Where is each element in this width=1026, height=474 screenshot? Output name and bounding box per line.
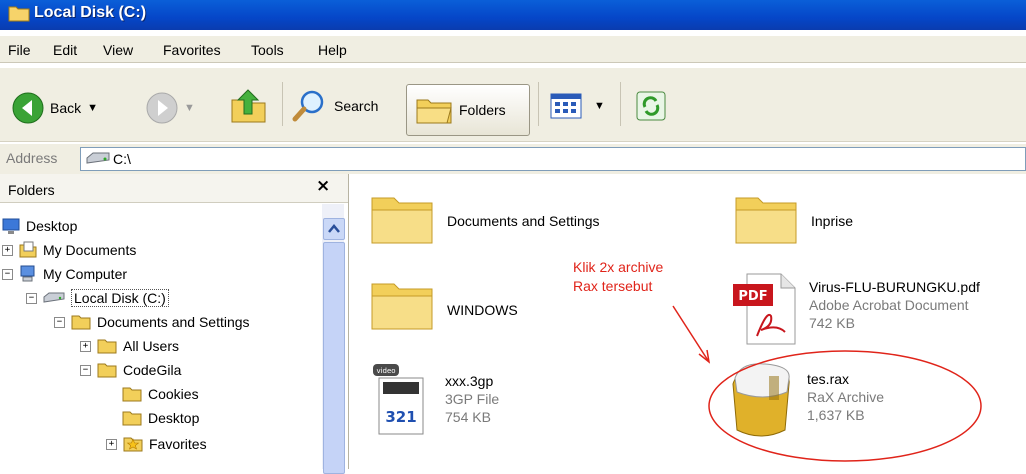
search-button[interactable]: Search (292, 88, 378, 124)
menu-help[interactable]: Help (318, 42, 347, 58)
expand-icon[interactable]: + (2, 244, 13, 256)
up-button[interactable] (230, 88, 268, 124)
menu-edit[interactable]: Edit (53, 42, 77, 58)
refresh-icon (636, 91, 666, 121)
toolbar-separator (538, 82, 539, 126)
menu-bar: File Edit View Favorites Tools Help (0, 36, 1026, 63)
drive-icon (43, 292, 65, 303)
drive-icon (86, 152, 110, 164)
collapse-icon[interactable]: − (54, 316, 65, 328)
collapse-icon[interactable]: − (2, 268, 13, 280)
forward-button[interactable]: ▼ (146, 92, 195, 124)
folder-icon (97, 339, 117, 354)
star-folder-icon (123, 437, 143, 452)
menu-tools[interactable]: Tools (251, 42, 284, 58)
toolbar-separator (620, 82, 621, 126)
tree-scrollbar[interactable] (322, 204, 345, 474)
folders-icon (416, 99, 452, 124)
folders-pane: Folders × Desktop + My Documents − My Co… (0, 174, 349, 474)
back-dropdown-icon[interactable]: ▼ (87, 102, 98, 114)
window-title: Local Disk (C:) (34, 4, 147, 21)
views-button[interactable]: ▼ (550, 92, 605, 120)
tree-item-desktop[interactable]: Desktop (2, 214, 77, 238)
annotation-circle (708, 350, 982, 462)
address-value: C:\ (113, 151, 131, 167)
views-dropdown-icon[interactable]: ▼ (594, 100, 605, 112)
expand-icon[interactable]: + (80, 340, 91, 352)
scroll-up-button[interactable] (323, 218, 345, 240)
forward-dropdown-icon[interactable]: ▼ (184, 102, 195, 114)
file-list: Documents and Settings Inprise WINDOWS P… (349, 174, 1026, 469)
folders-label: Folders (459, 102, 506, 118)
tree-item-local-disk[interactable]: − Local Disk (C:) (26, 286, 169, 310)
search-icon (292, 90, 324, 122)
address-label: Address (6, 150, 58, 166)
collapse-icon[interactable]: − (80, 364, 91, 376)
folder-icon (122, 411, 142, 426)
my-documents-icon (19, 241, 37, 258)
folders-button[interactable]: Folders (406, 84, 530, 136)
tree-item-documents-and-settings[interactable]: − Documents and Settings (54, 310, 250, 334)
tree-item-all-users[interactable]: + All Users (80, 334, 179, 358)
close-icon[interactable]: × (316, 176, 330, 196)
back-arrow-icon (12, 92, 44, 124)
address-field[interactable]: C:\ (80, 147, 1026, 171)
forward-arrow-icon (146, 92, 178, 124)
tree-item-favorites[interactable]: + Favorites (106, 432, 207, 456)
tree-item-codegila[interactable]: − CodeGila (80, 358, 181, 382)
folder-icon (8, 6, 30, 22)
folder-icon (71, 315, 91, 330)
folder-icon (97, 363, 117, 378)
folder-icon (122, 387, 142, 402)
back-button[interactable]: Back ▼ (12, 92, 98, 124)
refresh-button[interactable] (636, 91, 666, 121)
chevron-up-icon (328, 224, 340, 233)
menu-file[interactable]: File (8, 42, 31, 58)
views-icon (550, 93, 582, 119)
folders-pane-header: Folders × (0, 174, 348, 203)
expand-icon[interactable]: + (106, 438, 117, 450)
title-bar: Local Disk (C:) (0, 0, 1026, 30)
folder-up-icon (231, 89, 266, 123)
tree-item-cookies[interactable]: Cookies (122, 382, 199, 406)
my-computer-icon (20, 265, 35, 282)
collapse-icon[interactable]: − (26, 292, 37, 304)
annotation-marks (672, 305, 982, 462)
back-label: Back (50, 100, 82, 116)
scroll-thumb[interactable] (323, 242, 345, 474)
folders-pane-title: Folders (8, 182, 55, 198)
tree-item-my-computer[interactable]: − My Computer (2, 262, 127, 286)
toolbar-separator (282, 82, 283, 126)
search-label: Search (334, 98, 379, 114)
tree-item-desktop-folder[interactable]: Desktop (122, 406, 199, 430)
folder-tree: Desktop + My Documents − My Computer − L… (0, 204, 322, 469)
address-bar: Address C:\ (0, 143, 1026, 175)
menu-favorites[interactable]: Favorites (163, 42, 221, 58)
menu-view[interactable]: View (103, 42, 133, 58)
tree-item-my-documents[interactable]: + My Documents (2, 238, 136, 262)
desktop-icon (2, 218, 20, 234)
